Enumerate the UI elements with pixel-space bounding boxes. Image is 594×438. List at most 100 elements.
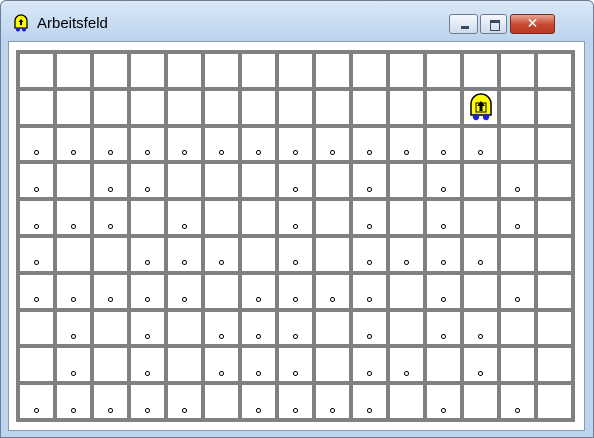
beeper-dot bbox=[404, 371, 409, 376]
grid-line-horizontal bbox=[16, 271, 575, 275]
grid-line-vertical bbox=[201, 50, 205, 422]
beeper-dot bbox=[145, 297, 150, 302]
grid-line-vertical bbox=[312, 50, 316, 422]
beeper-dot bbox=[478, 150, 483, 155]
grid-line-vertical bbox=[90, 50, 94, 422]
grid-line-horizontal bbox=[16, 197, 575, 201]
grid-line-horizontal bbox=[16, 418, 575, 422]
beeper-dot bbox=[219, 334, 224, 339]
beeper-dot bbox=[515, 297, 520, 302]
grid-line-horizontal bbox=[16, 87, 575, 91]
beeper-dot bbox=[293, 408, 298, 413]
grid-line-vertical bbox=[275, 50, 279, 422]
beeper-dot bbox=[219, 150, 224, 155]
beeper-dot bbox=[478, 334, 483, 339]
beeper-dot bbox=[293, 334, 298, 339]
minimize-button[interactable] bbox=[449, 14, 478, 34]
close-icon: ✕ bbox=[526, 16, 539, 32]
beeper-dot bbox=[145, 260, 150, 265]
grid-line-vertical bbox=[238, 50, 242, 422]
beeper-dot bbox=[441, 187, 446, 192]
beeper-dot bbox=[367, 224, 372, 229]
beeper-dot bbox=[441, 224, 446, 229]
beeper-dot bbox=[515, 408, 520, 413]
beeper-dot bbox=[145, 187, 150, 192]
beeper-dot bbox=[71, 408, 76, 413]
beeper-dot bbox=[108, 224, 113, 229]
beeper-dot bbox=[256, 408, 261, 413]
grid-line-vertical bbox=[386, 50, 390, 422]
grid-line-horizontal bbox=[16, 50, 575, 54]
beeper-dot bbox=[367, 334, 372, 339]
beeper-dot bbox=[441, 334, 446, 339]
beeper-dot bbox=[367, 371, 372, 376]
beeper-dot bbox=[367, 408, 372, 413]
beeper-dot bbox=[256, 297, 261, 302]
beeper-dot bbox=[404, 150, 409, 155]
grid-line-vertical bbox=[127, 50, 131, 422]
beeper-dot bbox=[182, 260, 187, 265]
beeper-dot bbox=[330, 150, 335, 155]
beeper-dot bbox=[182, 224, 187, 229]
minimize-icon bbox=[461, 26, 469, 29]
grid-line-horizontal bbox=[16, 344, 575, 348]
close-button[interactable]: ✕ bbox=[510, 14, 555, 34]
beeper-dot bbox=[367, 187, 372, 192]
beeper-dot bbox=[515, 224, 520, 229]
grid-line-vertical bbox=[534, 50, 538, 422]
beeper-dot bbox=[145, 408, 150, 413]
beeper-dot bbox=[478, 260, 483, 265]
beeper-dot bbox=[108, 150, 113, 155]
beeper-dot bbox=[182, 408, 187, 413]
beeper-dot bbox=[219, 260, 224, 265]
beeper-dot bbox=[367, 260, 372, 265]
beeper-dot bbox=[145, 371, 150, 376]
beeper-dot bbox=[441, 297, 446, 302]
beeper-dot bbox=[71, 150, 76, 155]
grid-line-vertical bbox=[164, 50, 168, 422]
beeper-dot bbox=[441, 150, 446, 155]
beeper-dot bbox=[71, 297, 76, 302]
title-bar[interactable]: Arbeitsfeld ✕ bbox=[1, 1, 593, 41]
beeper-dot bbox=[293, 187, 298, 192]
maximize-icon bbox=[490, 20, 500, 31]
beeper-dot bbox=[145, 334, 150, 339]
beeper-dot bbox=[145, 150, 150, 155]
robot-icon bbox=[14, 14, 28, 32]
grid-line-vertical bbox=[16, 50, 20, 422]
beeper-dot bbox=[182, 150, 187, 155]
beeper-dot bbox=[71, 334, 76, 339]
grid-line-vertical bbox=[53, 50, 57, 422]
beeper-dot bbox=[293, 297, 298, 302]
beeper-dot bbox=[182, 297, 187, 302]
beeper-dot bbox=[71, 224, 76, 229]
beeper-dot bbox=[293, 260, 298, 265]
beeper-dot bbox=[293, 371, 298, 376]
beeper-dot bbox=[256, 150, 261, 155]
beeper-dot bbox=[367, 150, 372, 155]
arbeitsfeld-window: Arbeitsfeld ✕ bbox=[0, 0, 594, 438]
beeper-dot bbox=[404, 260, 409, 265]
beeper-dot bbox=[108, 408, 113, 413]
beeper-dot bbox=[330, 408, 335, 413]
beeper-dot bbox=[34, 297, 39, 302]
beeper-dot bbox=[108, 297, 113, 302]
grid-line-horizontal bbox=[16, 234, 575, 238]
beeper-dot bbox=[441, 260, 446, 265]
beeper-dot bbox=[256, 334, 261, 339]
maximize-button[interactable] bbox=[480, 14, 507, 34]
grid-line-vertical bbox=[497, 50, 501, 422]
beeper-dot bbox=[478, 371, 483, 376]
beeper-dot bbox=[34, 150, 39, 155]
grid-line-vertical bbox=[423, 50, 427, 422]
beeper-dot bbox=[108, 187, 113, 192]
robot-icon[interactable] bbox=[468, 93, 494, 121]
beeper-dot bbox=[441, 408, 446, 413]
beeper-dot bbox=[34, 408, 39, 413]
beeper-dot bbox=[367, 297, 372, 302]
beeper-dot bbox=[293, 150, 298, 155]
window-title: Arbeitsfeld bbox=[37, 15, 108, 32]
beeper-dot bbox=[515, 187, 520, 192]
field-grid[interactable] bbox=[16, 50, 575, 422]
beeper-dot bbox=[219, 371, 224, 376]
